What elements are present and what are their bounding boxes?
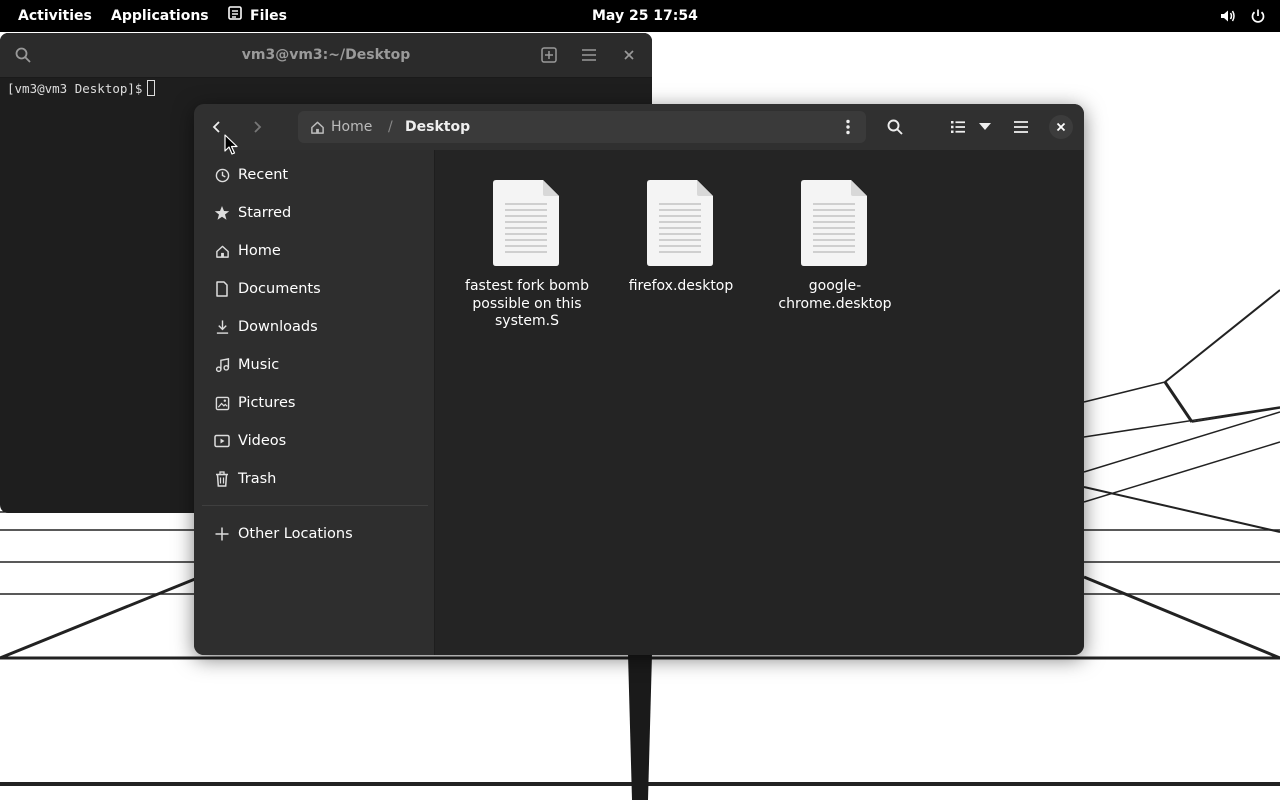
chevron-left-icon <box>212 121 220 133</box>
search-button[interactable] <box>883 115 907 139</box>
mouse-pointer-icon <box>224 134 238 155</box>
main-menu-button[interactable] <box>1009 115 1033 139</box>
sidebar-item-label: Documents <box>238 281 321 297</box>
sidebar-item-other-locations[interactable]: Other Locations <box>194 515 434 553</box>
sidebar-item-documents[interactable]: Documents <box>194 270 434 308</box>
path-bar[interactable]: Home / Desktop <box>298 111 866 143</box>
file-manager-close-button[interactable] <box>1049 115 1073 139</box>
sidebar-item-downloads[interactable]: Downloads <box>194 308 434 346</box>
files-app-icon <box>228 0 242 32</box>
sidebar-item-label: Pictures <box>238 395 296 411</box>
clock-icon <box>214 167 230 183</box>
picture-icon <box>214 395 230 411</box>
star-icon <box>214 205 230 221</box>
document-icon <box>214 281 230 297</box>
sidebar-item-trash[interactable]: Trash <box>194 460 434 498</box>
chevron-down-icon <box>979 123 991 130</box>
file-name: firefox.desktop <box>628 278 734 294</box>
sidebar-item-home[interactable]: Home <box>194 232 434 270</box>
sidebar-item-pictures[interactable]: Pictures <box>194 384 434 422</box>
volume-icon[interactable] <box>1220 8 1236 24</box>
file-name: google-chrome.desktop <box>778 278 892 312</box>
view-list-button[interactable] <box>946 115 970 139</box>
terminal-close-button[interactable] <box>619 45 639 65</box>
search-icon <box>887 119 903 135</box>
breadcrumb-current[interactable]: Desktop <box>405 111 470 143</box>
sidebar-item-label: Downloads <box>238 319 318 335</box>
text-file-icon <box>647 180 713 266</box>
chevron-right-icon <box>254 121 262 133</box>
sidebar-item-label: Starred <box>238 205 292 221</box>
files-app-menu[interactable]: Files <box>228 0 287 32</box>
power-icon[interactable] <box>1250 8 1266 24</box>
sidebar-item-music[interactable]: Music <box>194 346 434 384</box>
breadcrumb-separator: / <box>388 119 393 135</box>
home-icon <box>214 243 230 259</box>
vertical-ellipsis-icon <box>846 119 850 135</box>
file-manager-window[interactable]: Home / Desktop Recent Starred Home Docum… <box>194 104 1084 655</box>
sidebar-divider <box>202 505 428 506</box>
file-manager-headerbar[interactable]: Home / Desktop <box>194 104 1084 150</box>
sidebar-item-label: Home <box>238 243 281 259</box>
files-app-label: Files <box>250 8 287 24</box>
sidebar-item-label: Music <box>238 357 280 373</box>
video-icon <box>214 433 230 449</box>
sidebar-item-label: Recent <box>238 167 289 183</box>
hamburger-menu-icon <box>1014 121 1028 133</box>
trash-icon <box>214 471 230 487</box>
close-icon <box>1056 122 1066 132</box>
download-icon <box>214 319 230 335</box>
new-tab-button[interactable] <box>539 45 559 65</box>
close-icon <box>624 50 634 60</box>
hamburger-menu-icon <box>582 49 596 61</box>
music-icon <box>214 357 230 373</box>
home-icon <box>311 121 324 134</box>
activities-button[interactable]: Activities <box>18 0 92 32</box>
breadcrumb-home[interactable]: Home <box>310 111 372 143</box>
view-options-button[interactable] <box>976 115 994 139</box>
places-sidebar: Recent Starred Home Documents Downloads … <box>194 150 435 655</box>
file-item[interactable]: firefox.desktop <box>611 180 751 296</box>
sidebar-item-label: Other Locations <box>238 526 353 542</box>
terminal-content[interactable]: [vm3@vm3 Desktop]$ <box>7 80 156 96</box>
plus-icon <box>214 526 230 542</box>
sidebar-item-recent[interactable]: Recent <box>194 156 434 194</box>
text-file-icon <box>493 180 559 266</box>
system-tray[interactable] <box>1220 0 1266 32</box>
path-menu-button[interactable] <box>838 117 858 137</box>
applications-menu[interactable]: Applications <box>111 0 209 32</box>
sidebar-item-starred[interactable]: Starred <box>194 194 434 232</box>
sidebar-item-label: Trash <box>238 471 277 487</box>
terminal-menu-button[interactable] <box>579 45 599 65</box>
sidebar-item-videos[interactable]: Videos <box>194 422 434 460</box>
clock[interactable]: May 25 17:54 <box>592 0 698 32</box>
file-grid[interactable]: fastest fork bomb possible on this syste… <box>435 150 1084 655</box>
file-name: fastest fork bomb possible on this syste… <box>465 278 589 329</box>
list-view-icon <box>951 121 965 133</box>
terminal-cursor <box>147 80 156 96</box>
file-item[interactable]: google-chrome.desktop <box>765 180 905 313</box>
forward-button[interactable] <box>245 115 269 139</box>
new-tab-icon <box>541 47 557 63</box>
sidebar-item-label: Videos <box>238 433 287 449</box>
file-item[interactable]: fastest fork bomb possible on this syste… <box>457 180 597 331</box>
terminal-prompt: [vm3@vm3 Desktop]$ <box>7 80 143 96</box>
breadcrumb-home-label: Home <box>331 119 373 135</box>
terminal-headerbar[interactable]: vm3@vm3:~/Desktop <box>0 33 652 78</box>
text-file-icon <box>801 180 867 266</box>
top-bar: Activities Applications Files May 25 17:… <box>0 0 1280 32</box>
